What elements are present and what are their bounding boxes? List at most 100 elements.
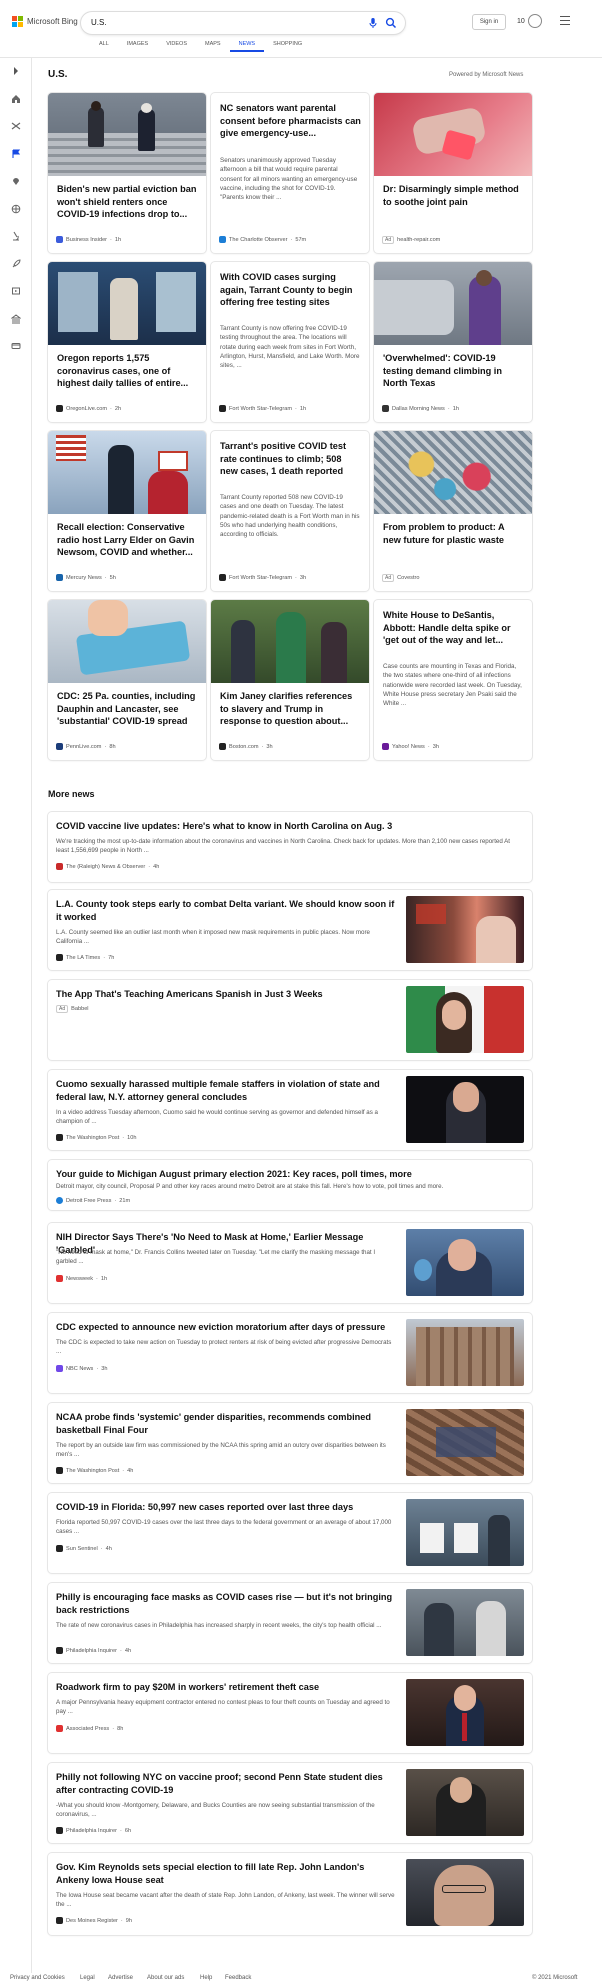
news-row[interactable]: COVID-19 in Florida: 50,997 new cases re… <box>48 1493 532 1573</box>
news-row[interactable]: COVID vaccine live updates: Here's what … <box>48 812 532 882</box>
news-row[interactable]: Gov. Kim Reynolds sets special election … <box>48 1853 532 1935</box>
row-headline[interactable]: COVID-19 in Florida: 50,997 new cases re… <box>56 1501 396 1514</box>
card-source: Boston.com · 3h <box>219 743 273 750</box>
row-headline[interactable]: Cuomo sexually harassed multiple female … <box>56 1078 396 1104</box>
card-image <box>211 600 369 683</box>
card-headline[interactable]: NC senators want parental consent before… <box>220 102 361 140</box>
row-headline[interactable]: COVID vaccine live updates: Here's what … <box>56 820 516 833</box>
row-snippet: A major Pennsylvania heavy equipment con… <box>56 1699 390 1716</box>
card-headline[interactable]: With COVID cases surging again, Tarrant … <box>220 271 361 309</box>
source-logo-icon <box>56 1725 63 1732</box>
globe-icon[interactable] <box>11 204 21 214</box>
tab-videos[interactable]: VIDEOS <box>157 40 196 52</box>
news-card[interactable]: Oregon reports 1,575 coronavirus cases, … <box>48 262 206 422</box>
news-card[interactable]: 'Overwhelmed': COVID-19 testing demand c… <box>374 262 532 422</box>
news-row[interactable]: Your guide to Michigan August primary el… <box>48 1160 532 1210</box>
row-source: The (Raleigh) News & Observer · 4h <box>56 863 159 870</box>
row-source: The LA Times · 7h <box>56 954 114 961</box>
row-headline[interactable]: Gov. Kim Reynolds sets special election … <box>56 1861 396 1887</box>
row-headline[interactable]: Philly is encouraging face masks as COVI… <box>56 1591 396 1617</box>
row-headline[interactable]: Philly not following NYC on vaccine proo… <box>56 1771 396 1797</box>
flag-icon[interactable] <box>11 149 21 159</box>
news-row[interactable]: Cuomo sexually harassed multiple female … <box>48 1070 532 1150</box>
news-row[interactable]: L.A. County took steps early to combat D… <box>48 890 532 970</box>
card-headline[interactable]: Recall election: Conservative radio host… <box>57 521 198 559</box>
menu-icon[interactable] <box>560 16 570 25</box>
card-headline[interactable]: Tarrant's positive COVID test rate conti… <box>220 440 361 478</box>
ad-card[interactable]: From problem to product: A new future fo… <box>374 431 532 591</box>
news-row[interactable]: Philly not following NYC on vaccine proo… <box>48 1763 532 1843</box>
footer-link-advertise[interactable]: Advertise <box>108 1975 133 1981</box>
card-headline[interactable]: Dr: Disarmingly simple method to soothe … <box>383 183 524 208</box>
source-logo-icon <box>56 863 63 870</box>
news-card[interactable]: Biden's new partial eviction ban won't s… <box>48 93 206 253</box>
row-thumbnail <box>406 986 524 1053</box>
source-logo-icon <box>56 1467 63 1474</box>
search-box[interactable]: U.S. <box>81 12 405 34</box>
footer-link-privacy[interactable]: Privacy and Cookies <box>10 1975 65 1981</box>
news-row[interactable]: Philly is encouraging face masks as COVI… <box>48 1583 532 1663</box>
row-source: Newsweek · 1h <box>56 1275 107 1282</box>
news-row[interactable]: NIH Director Says There's 'No Need to Ma… <box>48 1223 532 1303</box>
news-card[interactable]: Kim Janey clarifies references to slaver… <box>211 600 369 760</box>
sign-in-button[interactable]: Sign in <box>472 14 506 30</box>
bank-icon[interactable] <box>11 314 21 324</box>
powered-by-label: Powered by Microsoft News <box>449 72 524 78</box>
row-headline[interactable]: Roadwork firm to pay $20M in workers' re… <box>56 1681 396 1694</box>
news-card[interactable]: White House to DeSantis, Abbott: Handle … <box>374 600 532 760</box>
news-card[interactable]: CDC: 25 Pa. counties, including Dauphin … <box>48 600 206 760</box>
card-snippet: Tarrant County reported 508 new COVID-19… <box>220 494 360 539</box>
footer-link-feedback[interactable]: Feedback <box>225 1975 251 1981</box>
row-headline[interactable]: The App That's Teaching Americans Spanis… <box>56 988 396 1001</box>
news-row[interactable]: NCAA probe finds 'systemic' gender dispa… <box>48 1403 532 1483</box>
film-icon[interactable] <box>11 286 21 296</box>
news-card[interactable]: With COVID cases surging again, Tarrant … <box>211 262 369 422</box>
card-headline[interactable]: Kim Janey clarifies references to slaver… <box>220 690 361 728</box>
expand-icon[interactable] <box>11 66 21 76</box>
card-image <box>374 93 532 176</box>
footer-link-legal[interactable]: Legal <box>80 1975 95 1981</box>
shuffle-icon[interactable] <box>11 121 21 131</box>
card-source: The Charlotte Observer · 57m <box>219 236 306 243</box>
row-source: Philadelphia Inquirer · 6h <box>56 1827 131 1834</box>
bing-logo[interactable]: Microsoft Bing <box>12 16 78 27</box>
location-icon[interactable] <box>11 176 21 186</box>
news-row[interactable]: Roadwork firm to pay $20M in workers' re… <box>48 1673 532 1753</box>
tab-maps[interactable]: MAPS <box>196 40 230 52</box>
card-icon[interactable] <box>11 341 21 351</box>
rewards-button[interactable]: 10 <box>517 14 542 28</box>
search-input[interactable]: U.S. <box>91 18 107 27</box>
rocket-icon[interactable] <box>11 259 21 269</box>
tab-news[interactable]: NEWS <box>229 40 265 52</box>
footer-link-help[interactable]: Help <box>200 1975 212 1981</box>
card-headline[interactable]: From problem to product: A new future fo… <box>383 521 524 546</box>
tab-all[interactable]: ALL <box>90 40 118 52</box>
row-headline[interactable]: L.A. County took steps early to combat D… <box>56 898 396 924</box>
row-snippet: The CDC is expected to take new action o… <box>56 1339 392 1356</box>
home-icon[interactable] <box>11 94 21 104</box>
news-card[interactable]: Recall election: Conservative radio host… <box>48 431 206 591</box>
microscope-icon[interactable] <box>11 231 21 241</box>
rewards-count: 10 <box>517 17 525 25</box>
news-card[interactable]: NC senators want parental consent before… <box>211 93 369 253</box>
card-headline[interactable]: Biden's new partial eviction ban won't s… <box>57 183 198 221</box>
ad-row[interactable]: The App That's Teaching Americans Spanis… <box>48 980 532 1060</box>
card-headline[interactable]: Oregon reports 1,575 coronavirus cases, … <box>57 352 198 390</box>
card-headline[interactable]: 'Overwhelmed': COVID-19 testing demand c… <box>383 352 524 390</box>
tab-images[interactable]: IMAGES <box>118 40 157 52</box>
search-icon[interactable] <box>385 17 397 29</box>
row-source: Sun Sentinel · 4h <box>56 1545 112 1552</box>
card-headline[interactable]: White House to DeSantis, Abbott: Handle … <box>383 609 524 647</box>
card-source: Fort Worth Star-Telegram · 1h <box>219 405 306 412</box>
microphone-icon[interactable] <box>367 17 379 29</box>
row-headline[interactable]: CDC expected to announce new eviction mo… <box>56 1321 396 1334</box>
source-logo-icon <box>56 1545 63 1552</box>
news-card[interactable]: Tarrant's positive COVID test rate conti… <box>211 431 369 591</box>
card-headline[interactable]: CDC: 25 Pa. counties, including Dauphin … <box>57 690 198 728</box>
ad-card[interactable]: Dr: Disarmingly simple method to soothe … <box>374 93 532 253</box>
row-headline[interactable]: NCAA probe finds 'systemic' gender dispa… <box>56 1411 396 1437</box>
footer-link-about-ads[interactable]: About our ads <box>147 1975 184 1981</box>
news-row[interactable]: CDC expected to announce new eviction mo… <box>48 1313 532 1393</box>
tab-shopping[interactable]: SHOPPING <box>264 40 311 52</box>
row-headline[interactable]: Your guide to Michigan August primary el… <box>56 1168 516 1181</box>
